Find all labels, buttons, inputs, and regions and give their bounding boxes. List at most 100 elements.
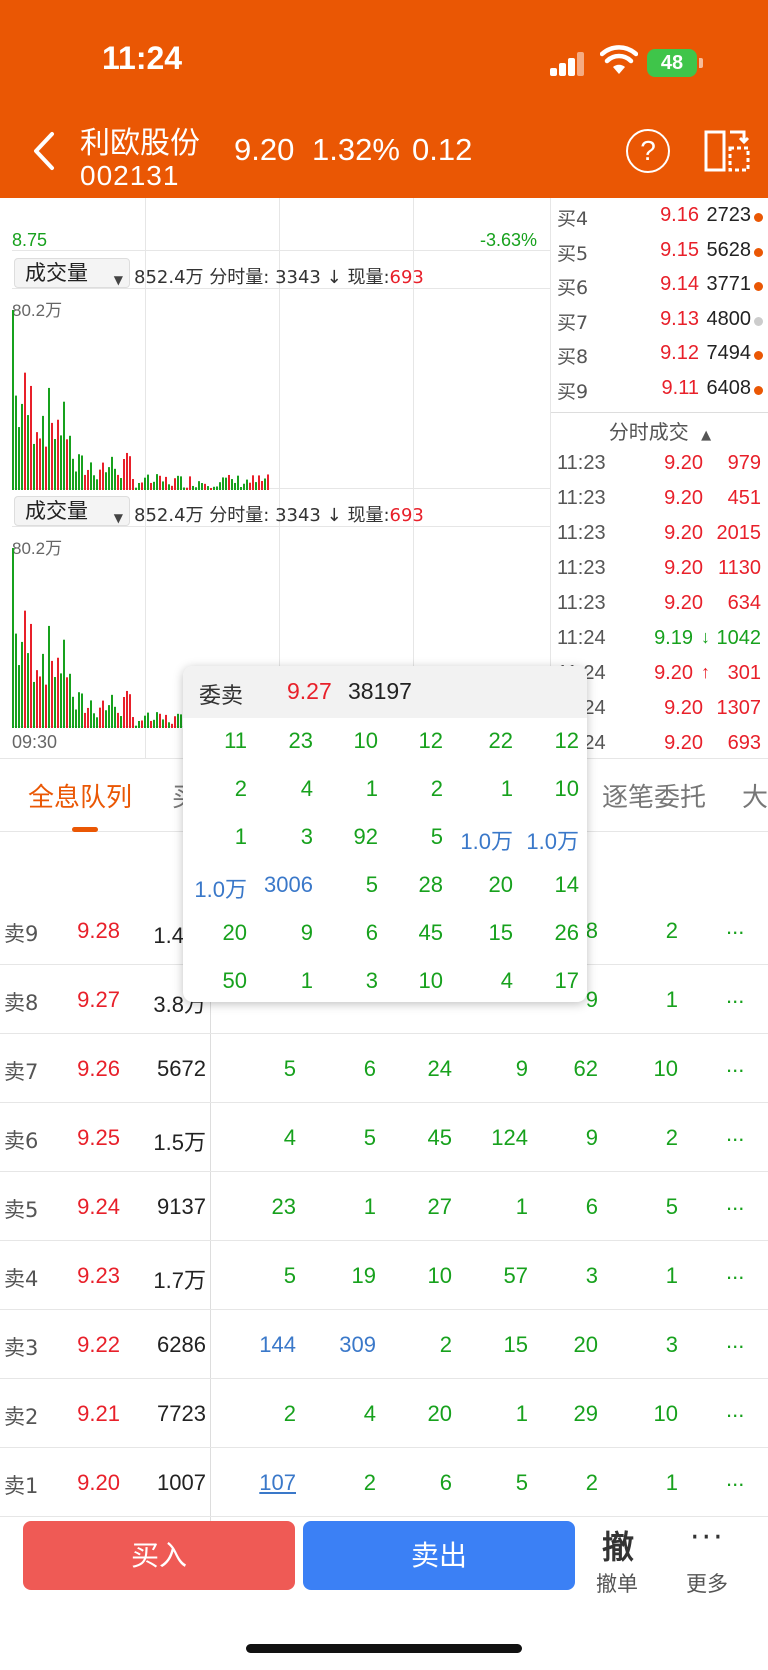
bid-level-price: 9.13 [660, 307, 699, 330]
volume-bar [204, 483, 206, 490]
queue-row[interactable]: 卖6 9.25 1.5万 4 5 45 124 9 2... [0, 1103, 768, 1172]
tab-large[interactable]: 大 [742, 777, 768, 814]
queue-row[interactable]: 卖2 9.21 7723 2 4 20 1 29 10... [0, 1379, 768, 1448]
volume-bar [48, 387, 50, 490]
queue-order-cell: 9 [515, 1056, 528, 1081]
volume-total: 852.4万 [134, 267, 204, 288]
bid-level-price: 9.11 [661, 376, 699, 399]
volume-bar [219, 482, 221, 490]
volume-indicator-select[interactable]: 成交量 ▼ [14, 496, 130, 526]
trade-volume: 451 [727, 487, 761, 509]
bid-level-row[interactable]: 买6 9.14 3771 [551, 269, 768, 303]
queue-row[interactable]: 卖7 9.26 5672 5 6 24 9 62 10... [0, 1034, 768, 1103]
switch-layout-icon[interactable] [704, 128, 752, 174]
tab-order-by-order[interactable]: 逐笔委托 [602, 777, 706, 814]
volume-bar [18, 665, 20, 728]
more-dots-icon[interactable]: ... [726, 1052, 744, 1078]
more-dots-icon[interactable]: ... [726, 1190, 744, 1216]
trade-volume: 693 [727, 732, 761, 754]
volume-bar [147, 474, 149, 490]
queue-row[interactable]: 卖1 9.20 1007 107 2 6 5 2 1... [0, 1448, 768, 1517]
cancel-order-icon[interactable]: 撤 [602, 1522, 634, 1568]
volume-bar [201, 483, 203, 490]
buy-button[interactable]: 买入 [23, 1521, 295, 1590]
volume-bar [198, 481, 200, 490]
volume-bar [156, 712, 158, 728]
more-dots-icon[interactable]: ... [726, 983, 744, 1009]
volume-bar [165, 476, 167, 490]
ask-level-price: 9.20 [77, 1470, 120, 1495]
trade-price: 9.20 [664, 697, 703, 719]
status-dot-icon [754, 316, 763, 326]
volume-bar [180, 714, 182, 728]
ask-level-price: 9.25 [77, 1125, 120, 1150]
queue-order-cell: 5 [665, 1194, 678, 1219]
status-dot-icon [754, 385, 763, 395]
status-time: 11:24 [102, 40, 183, 76]
queue-row[interactable]: 卖3 9.22 6286 144 309 2 15 20 3... [0, 1310, 768, 1379]
current-volume-value: 693 [389, 505, 424, 526]
bid-level-volume: 5628 [706, 238, 752, 261]
volume-bar [120, 478, 122, 490]
more-dots-icon[interactable]: ... [726, 914, 744, 940]
ask-level-price: 9.24 [77, 1194, 120, 1219]
more-dots-icon[interactable]: ... [726, 1259, 744, 1285]
more-dots-icon[interactable]: ... [726, 1466, 744, 1492]
volume-bar [249, 482, 251, 490]
volume-bar [183, 487, 185, 490]
volume-bar [87, 469, 89, 490]
volume-bar [18, 427, 20, 490]
more-dots-icon[interactable]: ... [726, 1397, 744, 1423]
volume-bar [240, 487, 242, 490]
volume-indicator-select[interactable]: 成交量 ▼ [14, 258, 130, 288]
ask-level-price: 9.28 [77, 918, 120, 943]
queue-order-cell[interactable]: 107 [236, 1470, 296, 1496]
bid-level-row[interactable]: 买5 9.15 5628 [551, 235, 768, 269]
bid-level-row[interactable]: 买8 9.12 7494 [551, 338, 768, 372]
more-icon[interactable]: ··· [690, 1520, 725, 1555]
tab-full-queue[interactable]: 全息队列 [28, 777, 132, 814]
more-dots-icon[interactable]: ... [726, 1328, 744, 1354]
volume-bar [42, 653, 44, 728]
volume-bar [84, 474, 86, 490]
minute-volume-value: 3343 [275, 267, 321, 288]
queue-order-cell: 6 [585, 1194, 598, 1219]
bid-level-row[interactable]: 买4 9.16 2723 [551, 200, 768, 234]
queue-detail-popup[interactable]: 委卖 9.27 38197 11 23 10 12 22 12 2 4 1 2 1 10 1 3 92 5 1.… [183, 666, 587, 1002]
bid-level-row[interactable]: 买7 9.13 4800 [551, 304, 768, 338]
volume-bar [267, 474, 269, 490]
popup-header: 委卖 9.27 38197 [183, 666, 587, 718]
queue-order-cell: 1 [515, 1401, 528, 1426]
popup-order-cell: 92 [353, 824, 378, 849]
more-dots-icon[interactable]: ... [726, 1121, 744, 1147]
back-arrow-icon[interactable] [26, 126, 66, 176]
ask-level-volume: 6286 [157, 1332, 206, 1357]
ask-level-label: 卖2 [4, 1405, 39, 1429]
queue-order-cell: 3 [665, 1332, 678, 1357]
trade-time: 11:23 [557, 592, 606, 614]
volume-bar [129, 694, 131, 728]
volume-bar [57, 657, 59, 728]
popup-order-cell: 3 [365, 968, 378, 993]
stock-name: 利欧股份 [80, 126, 200, 161]
queue-row[interactable]: 卖4 9.23 1.7万 5 19 10 57 3 1... [0, 1241, 768, 1310]
sell-button[interactable]: 卖出 [303, 1521, 575, 1590]
trades-header[interactable]: 分时成交 ▲ [551, 416, 768, 445]
cancel-order-label[interactable]: 撤单 [596, 1568, 638, 1598]
volume-bar [144, 715, 146, 728]
volume-bar [102, 462, 104, 490]
volume-bar [69, 435, 71, 490]
queue-order-cell: 19 [351, 1263, 376, 1288]
more-label[interactable]: 更多 [686, 1568, 728, 1598]
trade-price: 9.19 [654, 627, 693, 649]
queue-order-cell: 1 [363, 1194, 376, 1219]
volume-bar [36, 670, 38, 728]
bid-level-row[interactable]: 买9 9.11 6408 [551, 373, 768, 407]
popup-order-cell: 1 [500, 776, 513, 801]
volume-bar [192, 485, 194, 490]
queue-order-cell: 23 [271, 1194, 296, 1219]
volume-bar [189, 476, 191, 490]
help-icon[interactable]: ? [626, 129, 670, 173]
queue-row[interactable]: 卖5 9.24 9137 23 1 27 1 6 5... [0, 1172, 768, 1241]
volume-bar [174, 478, 176, 490]
